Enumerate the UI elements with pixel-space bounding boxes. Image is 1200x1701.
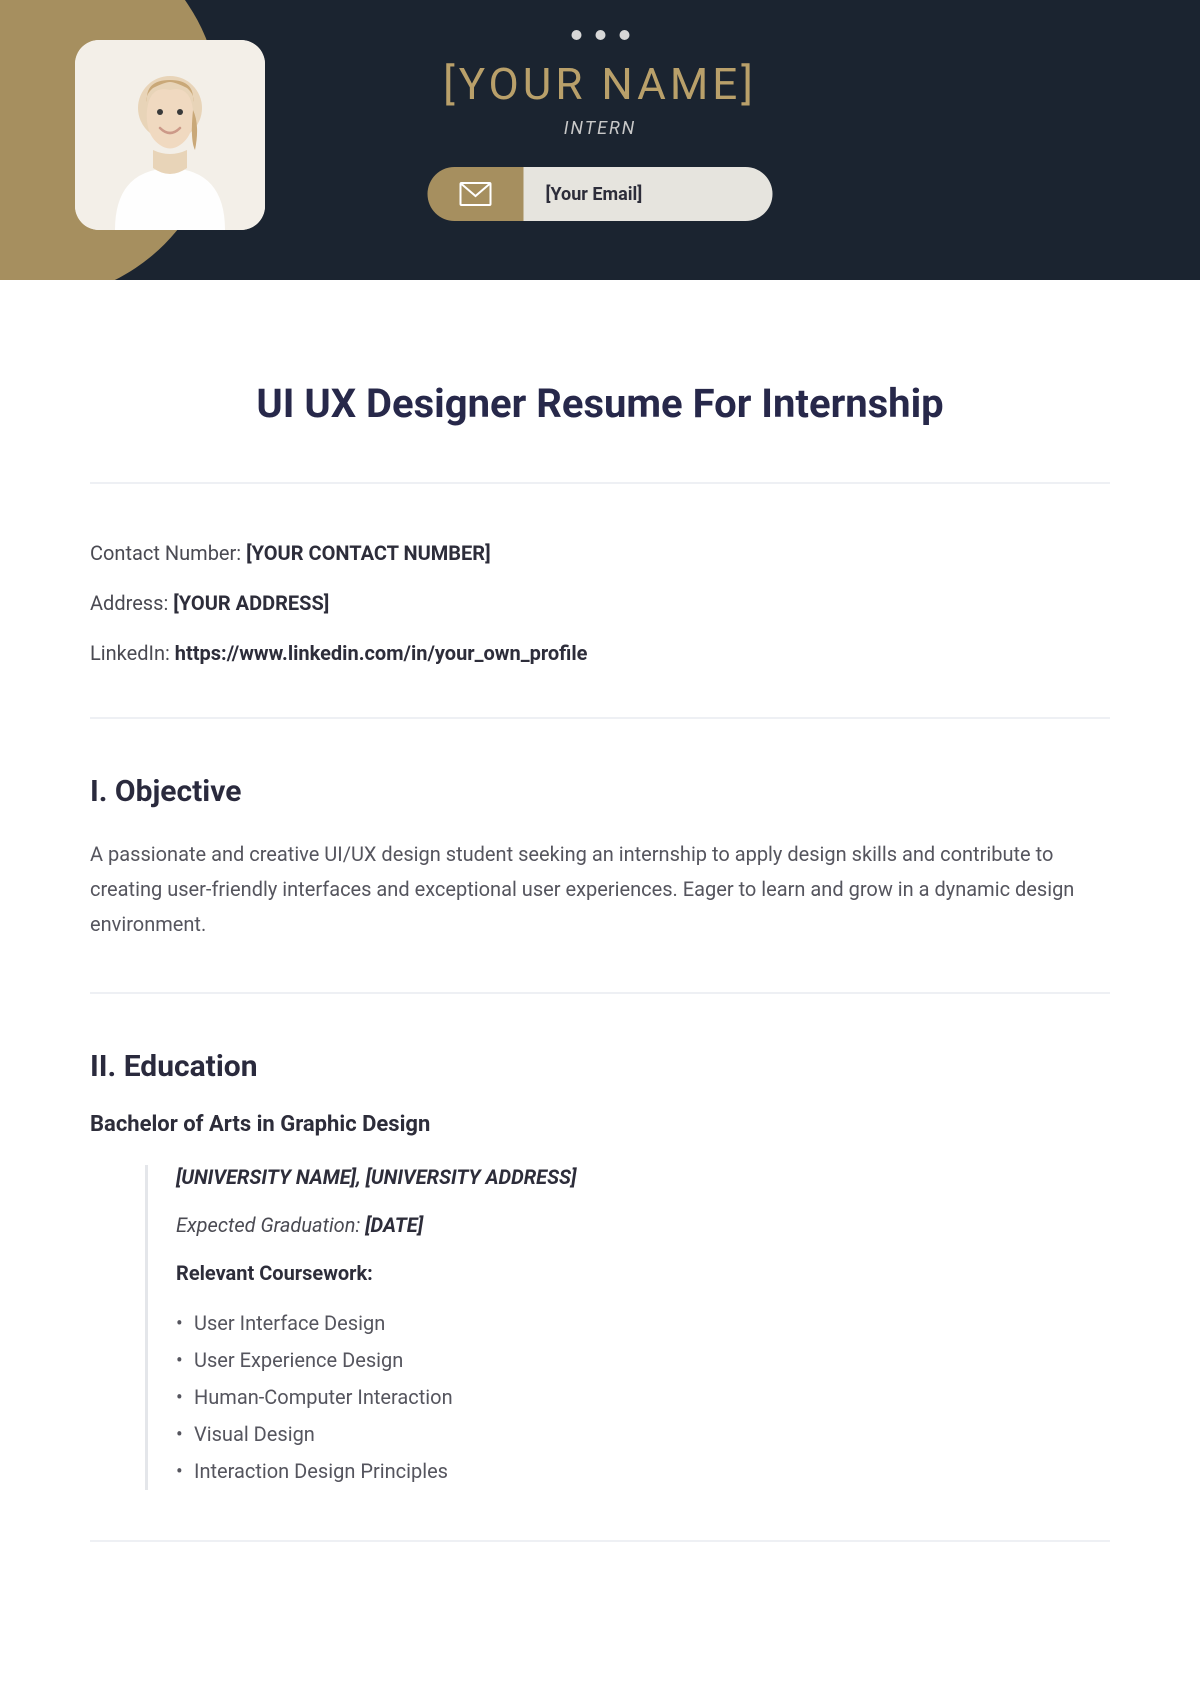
contact-address-value: [YOUR ADDRESS] [173, 591, 329, 615]
email-pill: [Your Email] [428, 167, 773, 221]
contact-linkedin-label: LinkedIn: [90, 641, 175, 665]
dot-icon [619, 30, 629, 40]
name-heading: [YOUR NAME] [428, 58, 773, 110]
divider [90, 1540, 1110, 1542]
list-item: User Interface Design [194, 1305, 1110, 1342]
education-section: II. Education Bachelor of Arts in Graphi… [90, 994, 1110, 1540]
header-center: [YOUR NAME] INTERN [Your Email] [428, 30, 773, 221]
email-icon-box [428, 167, 524, 221]
objective-text: A passionate and creative UI/UX design s… [90, 837, 1110, 942]
graduation-label: Expected Graduation: [176, 1213, 365, 1237]
degree-title: Bachelor of Arts in Graphic Design [90, 1112, 1110, 1137]
education-heading: II. Education [90, 1049, 1110, 1084]
university-line: [UNIVERSITY NAME], [UNIVERSITY ADDRESS] [176, 1165, 1110, 1189]
university-value: [UNIVERSITY NAME], [UNIVERSITY ADDRESS] [176, 1165, 576, 1189]
contact-block: Contact Number: [YOUR CONTACT NUMBER] Ad… [90, 484, 1110, 717]
avatar [75, 40, 265, 230]
dot-icon [571, 30, 581, 40]
list-item: Human-Computer Interaction [194, 1379, 1110, 1416]
contact-linkedin-value: https://www.linkedin.com/in/your_own_pro… [175, 641, 588, 665]
graduation-line: Expected Graduation: [DATE] [176, 1213, 1110, 1237]
contact-phone: Contact Number: [YOUR CONTACT NUMBER] [90, 539, 1110, 567]
list-item: Visual Design [194, 1416, 1110, 1453]
decorative-dots [428, 30, 773, 40]
objective-section: I. Objective A passionate and creative U… [90, 719, 1110, 992]
page-title: UI UX Designer Resume For Internship [90, 380, 1110, 427]
education-details: [UNIVERSITY NAME], [UNIVERSITY ADDRESS] … [145, 1165, 1110, 1490]
email-text: [Your Email] [524, 167, 773, 221]
contact-phone-value: [YOUR CONTACT NUMBER] [246, 541, 491, 565]
contact-address: Address: [YOUR ADDRESS] [90, 589, 1110, 617]
contact-address-label: Address: [90, 591, 173, 615]
resume-header: [YOUR NAME] INTERN [Your Email] [0, 0, 1200, 280]
role-subheading: INTERN [428, 118, 773, 139]
graduation-value: [DATE] [365, 1213, 423, 1237]
dot-icon [595, 30, 605, 40]
mail-icon [460, 182, 492, 206]
coursework-label: Relevant Coursework: [176, 1261, 1110, 1285]
resume-content: UI UX Designer Resume For Internship Con… [0, 280, 1200, 1602]
avatar-placeholder-icon [75, 40, 265, 230]
contact-phone-label: Contact Number: [90, 541, 246, 565]
list-item: User Experience Design [194, 1342, 1110, 1379]
list-item: Interaction Design Principles [194, 1453, 1110, 1490]
contact-linkedin: LinkedIn: https://www.linkedin.com/in/yo… [90, 639, 1110, 667]
course-list: User Interface Design User Experience De… [176, 1305, 1110, 1490]
objective-heading: I. Objective [90, 774, 1110, 809]
